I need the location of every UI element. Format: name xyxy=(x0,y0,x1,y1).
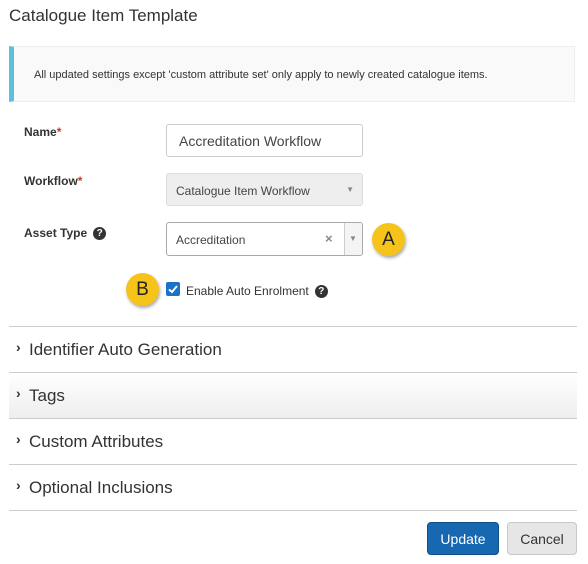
chevron-right-icon: › xyxy=(16,431,21,447)
cancel-button[interactable]: Cancel xyxy=(507,522,577,555)
workflow-select[interactable]: Catalogue Item Workflow ▼ xyxy=(166,173,363,206)
required-mark: * xyxy=(56,125,62,139)
callout-b: B xyxy=(126,273,159,306)
auto-enrolment-label: Enable Auto Enrolment? xyxy=(186,284,328,299)
question-circle-icon[interactable]: ? xyxy=(314,285,328,299)
asset-type-label: Asset Type? xyxy=(24,226,107,241)
dialog-title: Catalogue Item Template xyxy=(9,6,198,25)
section-identifier-auto-generation[interactable]: › Identifier Auto Generation xyxy=(9,326,577,372)
workflow-value: Catalogue Item Workflow xyxy=(176,184,310,198)
chevron-right-icon: › xyxy=(16,385,21,401)
question-circle-icon[interactable]: ? xyxy=(93,227,107,241)
chevron-right-icon: › xyxy=(16,339,21,355)
caret-down-icon: ▼ xyxy=(346,185,354,194)
check-icon xyxy=(168,285,178,294)
workflow-label: Workflow* xyxy=(24,174,83,188)
caret-down-icon: ▼ xyxy=(349,234,357,243)
info-alert: All updated settings except 'custom attr… xyxy=(9,46,575,102)
required-mark: * xyxy=(77,174,83,188)
section-optional-inclusions[interactable]: › Optional Inclusions xyxy=(9,464,577,510)
info-message: All updated settings except 'custom attr… xyxy=(34,69,488,81)
callout-a: A xyxy=(372,223,405,256)
section-label: Tags xyxy=(29,386,65,405)
section-custom-attributes[interactable]: › Custom Attributes xyxy=(9,418,577,464)
section-tags[interactable]: › Tags xyxy=(9,372,577,418)
name-input[interactable] xyxy=(166,124,363,157)
section-label: Custom Attributes xyxy=(29,432,164,451)
name-label: Name* xyxy=(24,125,62,139)
divider xyxy=(9,510,577,511)
section-label: Identifier Auto Generation xyxy=(29,340,222,359)
section-label: Optional Inclusions xyxy=(29,478,173,497)
asset-type-select[interactable]: Accreditation × ▼ xyxy=(166,222,363,256)
asset-type-value: Accreditation xyxy=(176,233,246,247)
dropdown-toggle[interactable]: ▼ xyxy=(344,223,362,255)
update-button[interactable]: Update xyxy=(427,522,499,555)
clear-icon[interactable]: × xyxy=(325,231,333,246)
chevron-right-icon: › xyxy=(16,477,21,493)
auto-enrolment-checkbox[interactable] xyxy=(166,282,180,296)
